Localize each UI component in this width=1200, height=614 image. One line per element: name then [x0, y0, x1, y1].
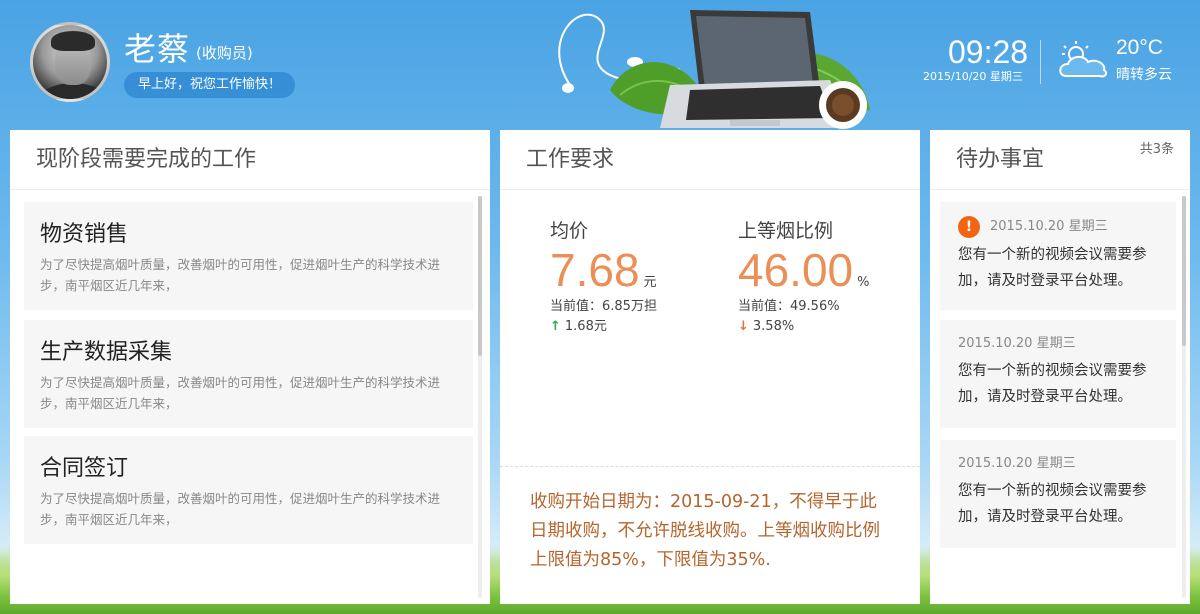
user-name: 老蔡 — [124, 30, 191, 68]
panel-title: 现阶段需要完成的工作 — [10, 130, 490, 190]
task-desc: 为了尽快提高烟叶质量，改善烟叶的可用性，促进烟叶生产的科学技术进步，南平烟区近几… — [40, 491, 441, 527]
task-card[interactable]: 生产数据采集 为了尽快提高烟叶质量，改善烟叶的可用性，促进烟叶生产的科学技术进步… — [24, 320, 473, 428]
arrow-down-icon: ↓ — [738, 319, 749, 334]
todo-date: 2015.10.20 星期三 — [958, 456, 1076, 471]
task-desc: 为了尽快提高烟叶质量，改善烟叶的可用性，促进烟叶生产的科学技术进步，南平烟区近几… — [40, 375, 441, 411]
clock-time: 09:28 — [948, 34, 1029, 70]
metric-label: 均价 — [550, 220, 589, 242]
scrollbar-thumb[interactable] — [478, 196, 482, 356]
header: 老蔡 (收购员) 早上好，祝您工作愉快！ 09:28 2015/10/20 星期… — [0, 0, 1200, 130]
metric-current: 当前值：6.85万担 — [550, 299, 657, 314]
todo-panel: 待办事宜 共3条 ! 2015.10.20 星期三 您有一个新的视频会议需要参加，… — [930, 130, 1190, 604]
task-title: 合同签订 — [40, 456, 129, 481]
scrollbar[interactable] — [478, 196, 482, 598]
todo-text: 您有一个新的视频会议需要参加，请及时登录平台处理。 — [958, 483, 1147, 525]
task-card[interactable]: 合同签订 为了尽快提高烟叶质量，改善烟叶的可用性，促进烟叶生产的科学技术进步，南… — [24, 436, 473, 544]
weather-text: 晴转多云 — [1116, 67, 1172, 83]
metric-unit: % — [857, 275, 870, 290]
task-title: 生产数据采集 — [40, 340, 173, 365]
metric-delta: 3.58% — [752, 319, 795, 334]
metric-label: 上等烟比例 — [738, 220, 834, 242]
metric-value: 7.68 — [550, 244, 640, 296]
todo-text: 您有一个新的视频会议需要参加，请及时登录平台处理。 — [958, 363, 1147, 405]
temperature: 20°C — [1116, 36, 1163, 59]
metric-value: 46.00 — [738, 244, 854, 296]
header-divider — [1040, 40, 1041, 84]
panel-title: 工作要求 — [500, 130, 920, 190]
todo-text: 您有一个新的视频会议需要参加，请及时登录平台处理。 — [958, 247, 1147, 289]
partly-cloudy-icon — [1059, 41, 1108, 78]
scrollbar-thumb[interactable] — [1182, 196, 1186, 346]
metric-top-grade-ratio: 上等烟比例 46.00% 当前值：49.56% ↓ 3.58% — [738, 216, 869, 337]
purchase-notice: 收购开始日期为：2015-09-21，不得早于此日期收购，不允许脱线收购。上等烟… — [530, 492, 880, 570]
todo-date: 2015.10.20 星期三 — [990, 219, 1108, 234]
current-work-panel: 现阶段需要完成的工作 物资销售 为了尽快提高烟叶质量，改善烟叶的可用性，促进烟叶… — [10, 130, 490, 604]
task-desc: 为了尽快提高烟叶质量，改善烟叶的可用性，促进烟叶生产的科学技术进步，南平烟区近几… — [40, 257, 441, 293]
avatar[interactable] — [30, 22, 110, 102]
header-illustration — [558, 10, 870, 129]
requirements-panel: 工作要求 均价 7.68 元 当前值：6.85万担 ↑ 1.68元 上等烟比例 46… — [500, 130, 920, 604]
user-role: (收购员) — [196, 44, 253, 62]
todo-item[interactable]: 2015.10.20 星期三 您有一个新的视频会议需要参加，请及时登录平台处理。 — [940, 320, 1176, 428]
alert-icon: ! — [958, 216, 980, 238]
todo-item[interactable]: 2015.10.20 星期三 您有一个新的视频会议需要参加，请及时登录平台处理。 — [940, 440, 1176, 548]
scrollbar[interactable] — [1182, 196, 1186, 598]
panel-title: 待办事宜 — [930, 130, 1190, 190]
clock-date: 2015/10/20 星期三 — [923, 70, 1023, 83]
metric-current: 当前值：49.56% — [738, 299, 840, 314]
dashed-divider — [500, 466, 920, 467]
task-card[interactable]: 物资销售 为了尽快提高烟叶质量，改善烟叶的可用性，促进烟叶生产的科学技术进步，南… — [24, 202, 473, 310]
todo-count: 共3条 — [1139, 142, 1174, 157]
metric-delta: 1.68元 — [564, 319, 607, 334]
arrow-up-icon: ↑ — [550, 319, 561, 334]
todo-item[interactable]: ! 2015.10.20 星期三 您有一个新的视频会议需要参加，请及时登录平台处理… — [940, 202, 1176, 310]
task-title: 物资销售 — [40, 222, 129, 247]
metric-average-price: 均价 7.68 元 当前值：6.85万担 ↑ 1.68元 — [550, 216, 657, 337]
greeting-badge: 早上好，祝您工作愉快！ — [124, 72, 296, 98]
todo-date: 2015.10.20 星期三 — [958, 336, 1076, 351]
metric-unit: 元 — [643, 275, 657, 290]
